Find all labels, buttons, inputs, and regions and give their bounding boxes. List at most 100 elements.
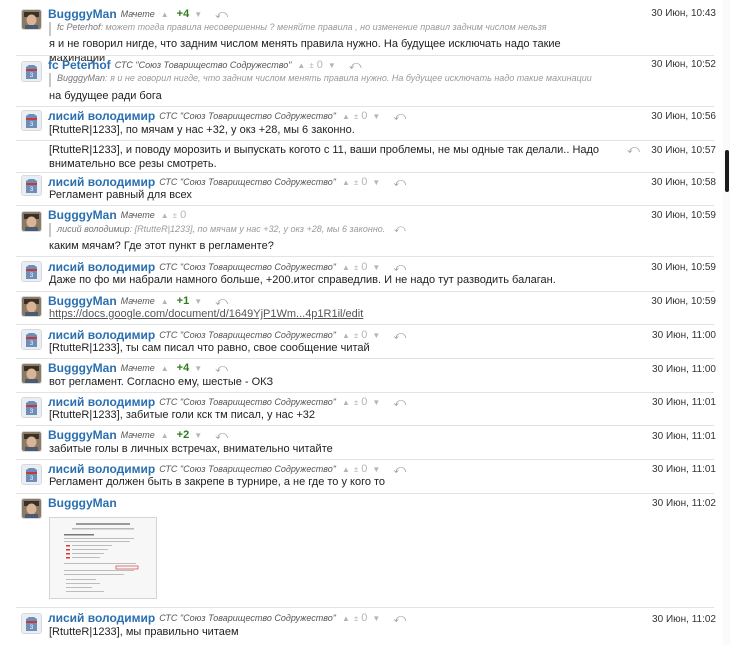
vote-up-icon[interactable]: ▲ xyxy=(161,431,170,440)
vote-up-icon[interactable]: ▲ xyxy=(342,178,351,187)
quote-block: лисий володимир: [RtutteR|1233], по мяча… xyxy=(49,223,406,237)
timestamp: 30 Июн, 10:52 xyxy=(651,59,716,70)
author-name[interactable]: лисий володимир xyxy=(48,611,155,625)
divider xyxy=(16,291,714,292)
timestamp: 30 Июн, 10:56 xyxy=(651,111,716,122)
reply-icon[interactable]: ⤺ xyxy=(349,58,362,73)
avatar[interactable] xyxy=(22,432,41,451)
comment-text: Регламент должен быть в закрепе в турнир… xyxy=(49,476,386,488)
vote-down-icon[interactable]: ▼ xyxy=(194,431,203,440)
avatar[interactable]: 3 xyxy=(22,111,41,130)
comment-text: забитые голы в личных встречах, внимател… xyxy=(49,443,333,455)
author-name[interactable]: BugggyMan xyxy=(48,294,117,308)
timestamp: 30 Июн, 11:01 xyxy=(652,464,716,475)
attached-image-thumbnail[interactable] xyxy=(49,517,157,599)
avatar[interactable] xyxy=(22,364,41,383)
vote-score: 0 xyxy=(361,612,368,624)
vote-up-icon[interactable]: ▲ xyxy=(342,263,351,272)
vote-down-icon[interactable]: ▼ xyxy=(372,263,381,272)
reply-icon[interactable]: ⤺ xyxy=(627,142,640,157)
vote-up-icon[interactable]: ▲ xyxy=(161,297,170,306)
quote-author: лисий володимир xyxy=(57,224,130,234)
plus-minus-icon: ± xyxy=(309,60,315,70)
vote-score: +2 xyxy=(176,429,190,441)
author-name[interactable]: лисий володимир xyxy=(48,109,155,123)
author-name[interactable]: лисий володимир xyxy=(48,260,155,274)
vote-up-icon[interactable]: ▲ xyxy=(342,112,351,121)
team-name[interactable]: Мачете xyxy=(121,430,155,440)
vote-up-icon[interactable]: ▲ xyxy=(161,10,170,19)
comment-feed: BugggyMan Мачете ▲ +4 ▼ ⤺ 30 Июн, 10:43 … xyxy=(0,0,722,645)
quote-block: fc Peterhof: может тогда правила несовер… xyxy=(49,22,547,36)
author-name[interactable]: fc Peterhof xyxy=(48,58,111,72)
author-name[interactable]: лисий володимир xyxy=(48,462,155,476)
team-name[interactable]: СТС "Союз Товарищество Содружество" xyxy=(159,464,336,474)
author-name[interactable]: BugggyMan xyxy=(48,361,117,375)
scrollbar-thumb[interactable] xyxy=(725,150,729,192)
team-name[interactable]: Мачете xyxy=(121,210,155,220)
team-name[interactable]: СТС "Союз Товарищество Содружество" xyxy=(159,111,336,121)
reply-icon[interactable]: ⤺ xyxy=(215,428,228,443)
divider xyxy=(16,256,714,257)
vote-down-icon[interactable]: ▼ xyxy=(372,465,381,474)
timestamp: 30 Июн, 11:02 xyxy=(652,498,716,509)
vote-up-icon[interactable]: ▲ xyxy=(342,398,351,407)
author-name[interactable]: BugggyMan xyxy=(48,496,117,510)
vote-up-icon[interactable]: ▲ xyxy=(161,364,170,373)
vote-up-icon[interactable]: ▲ xyxy=(342,465,351,474)
team-name[interactable]: СТС "Союз Товарищество Содружество" xyxy=(159,613,336,623)
avatar[interactable]: 3 xyxy=(22,330,41,349)
team-name[interactable]: СТС "Союз Товарищество Содружество" xyxy=(159,262,336,272)
author-name[interactable]: лисий володимир xyxy=(48,395,155,409)
reply-icon[interactable]: ⤺ xyxy=(394,223,406,235)
vote-score: 0 xyxy=(361,463,368,475)
avatar[interactable] xyxy=(22,212,41,231)
avatar[interactable]: 3 xyxy=(22,62,41,81)
avatar[interactable]: 3 xyxy=(22,465,41,484)
vote-up-icon[interactable]: ▲ xyxy=(342,331,351,340)
author-name[interactable]: BugggyMan xyxy=(48,7,117,21)
team-name[interactable]: Мачете xyxy=(121,9,155,19)
plus-minus-icon: ± xyxy=(353,111,360,121)
avatar[interactable] xyxy=(22,499,41,518)
team-name[interactable]: Мачете xyxy=(121,363,155,373)
avatar[interactable] xyxy=(22,10,41,29)
vote-up-icon[interactable]: ▲ xyxy=(161,211,170,220)
author-name[interactable]: BugggyMan xyxy=(48,428,117,442)
author-name[interactable]: BugggyMan xyxy=(48,208,117,222)
reply-icon[interactable]: ⤺ xyxy=(215,361,228,376)
vote-up-icon[interactable]: ▲ xyxy=(342,614,351,623)
vertical-scrollbar[interactable] xyxy=(723,0,730,645)
team-name[interactable]: СТС "Союз Товарищество Содружество" xyxy=(115,60,292,70)
avatar[interactable]: 3 xyxy=(22,176,41,195)
author-name[interactable]: лисий володимир xyxy=(48,328,155,342)
vote-down-icon[interactable]: ▼ xyxy=(328,61,337,70)
avatar[interactable]: 3 xyxy=(22,398,41,417)
reply-icon[interactable]: ⤺ xyxy=(393,109,406,124)
comment-text: [RtutteR|1233], по мячам у нас +32, у ок… xyxy=(49,124,355,136)
timestamp: 30 Июн, 10:43 xyxy=(651,8,716,19)
quote-text: [RtutteR|1233], по мячам у нас +32, у ок… xyxy=(134,224,386,234)
vote-down-icon[interactable]: ▼ xyxy=(372,398,381,407)
vote-down-icon[interactable]: ▼ xyxy=(372,112,381,121)
vote-down-icon[interactable]: ▼ xyxy=(372,331,381,340)
document-link[interactable]: https://docs.google.com/document/d/1649Y… xyxy=(49,307,619,321)
team-name[interactable]: СТС "Союз Товарищество Содружество" xyxy=(159,177,336,187)
vote-down-icon[interactable]: ▼ xyxy=(372,614,381,623)
vote-down-icon[interactable]: ▼ xyxy=(372,178,381,187)
avatar[interactable] xyxy=(22,297,41,316)
team-name[interactable]: СТС "Союз Товарищество Содружество" xyxy=(159,397,336,407)
timestamp: 30 Июн, 11:00 xyxy=(652,364,716,375)
team-name[interactable]: СТС "Союз Товарищество Содружество" xyxy=(159,330,336,340)
comment-text: вот регламент. Согласно ему, шестые - ОК… xyxy=(49,376,274,388)
vote-down-icon[interactable]: ▼ xyxy=(194,364,203,373)
vote-up-icon[interactable]: ▲ xyxy=(297,61,306,70)
vote-down-icon[interactable]: ▼ xyxy=(194,10,203,19)
reply-icon[interactable]: ⤺ xyxy=(215,7,228,22)
reply-icon[interactable]: ⤺ xyxy=(393,611,406,626)
avatar[interactable]: 3 xyxy=(22,614,41,633)
author-name[interactable]: лисий володимир xyxy=(48,175,155,189)
vote-down-icon[interactable]: ▼ xyxy=(194,297,203,306)
avatar[interactable]: 3 xyxy=(22,262,41,281)
team-name[interactable]: Мачете xyxy=(121,296,155,306)
